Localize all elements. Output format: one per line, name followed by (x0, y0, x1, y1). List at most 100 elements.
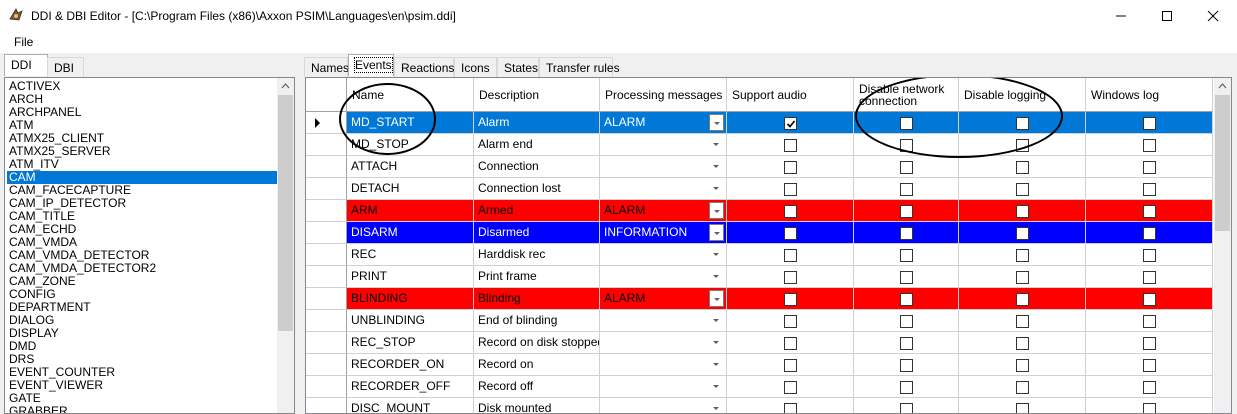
header-col-support-audio[interactable]: Support audio (727, 78, 854, 112)
checkbox-windows-log[interactable] (1143, 183, 1156, 196)
checkbox-disable-logging[interactable] (1016, 403, 1029, 413)
list-item[interactable]: CONFIG (7, 288, 279, 301)
checkbox-disable-logging[interactable] (1016, 139, 1029, 152)
checkbox-support-audio[interactable] (784, 403, 797, 413)
list-item[interactable]: ACTIVEX (7, 80, 279, 93)
tab-transfer-rules[interactable]: Transfer rules (539, 57, 620, 77)
checkbox-support-audio[interactable] (784, 337, 797, 350)
scroll-up-icon[interactable] (1214, 78, 1231, 95)
row-header[interactable] (306, 376, 347, 398)
checkbox-support-audio[interactable] (784, 381, 797, 394)
list-scroll-thumb[interactable] (278, 95, 293, 331)
checkbox-disable-network[interactable] (900, 139, 913, 152)
list-item[interactable]: EVENT_VIEWER (7, 379, 279, 392)
checkbox-windows-log[interactable] (1143, 315, 1156, 328)
row-header[interactable] (306, 178, 347, 200)
cell-processing[interactable] (600, 310, 727, 332)
cell-description[interactable]: Disarmed (474, 222, 600, 244)
cell-processing[interactable]: ALARM (600, 288, 727, 310)
list-item[interactable]: CAM_VMDA_DETECTOR2 (7, 262, 279, 275)
dropdown-button[interactable] (709, 158, 724, 175)
checkbox-disable-network[interactable] (900, 161, 913, 174)
cell-name[interactable]: REC_STOP (347, 332, 474, 354)
dropdown-button[interactable] (709, 312, 724, 329)
cell-name[interactable]: RECORDER_ON (347, 354, 474, 376)
list-item[interactable]: CAM_ZONE (7, 275, 279, 288)
dropdown-button[interactable] (709, 224, 724, 241)
checkbox-disable-logging[interactable] (1016, 227, 1029, 240)
list-item[interactable]: CAM_TITLE (7, 210, 279, 223)
checkbox-windows-log[interactable] (1143, 161, 1156, 174)
tab-dbi[interactable]: DBI (47, 57, 84, 77)
header-col-processing[interactable]: Processing messages (600, 78, 727, 112)
tab-states[interactable]: States (497, 57, 539, 77)
checkbox-windows-log[interactable] (1143, 359, 1156, 372)
grid-scroll-thumb[interactable] (1215, 95, 1230, 231)
cell-name[interactable]: ATTACH (347, 156, 474, 178)
close-button[interactable] (1190, 0, 1236, 31)
dropdown-button[interactable] (709, 290, 724, 307)
cell-description[interactable]: Record off (474, 376, 600, 398)
cell-processing[interactable] (600, 376, 727, 398)
cell-description[interactable]: Disk mounted (474, 398, 600, 413)
list-item[interactable]: CAM_FACECAPTURE (7, 184, 279, 197)
minimize-button[interactable] (1098, 0, 1144, 31)
checkbox-windows-log[interactable] (1143, 403, 1156, 413)
row-header[interactable] (306, 156, 347, 178)
checkbox-support-audio[interactable] (784, 183, 797, 196)
row-header[interactable] (306, 398, 347, 413)
menu-file[interactable]: File (8, 35, 39, 49)
checkbox-disable-logging[interactable] (1016, 205, 1029, 218)
checkbox-disable-logging[interactable] (1016, 117, 1029, 130)
list-scrollbar[interactable] (277, 78, 294, 413)
tab-ddi[interactable]: DDI (4, 54, 48, 76)
cell-description[interactable]: End of blinding (474, 310, 600, 332)
dropdown-button[interactable] (709, 246, 724, 263)
row-header[interactable] (306, 332, 347, 354)
cell-processing[interactable]: ALARM (600, 112, 727, 134)
row-header[interactable] (306, 310, 347, 332)
checkbox-windows-log[interactable] (1143, 139, 1156, 152)
cell-description[interactable]: Record on disk stopped (474, 332, 600, 354)
list-item[interactable]: CAM_IP_DETECTOR (7, 197, 279, 210)
checkbox-disable-logging[interactable] (1016, 249, 1029, 262)
header-col-description[interactable]: Description (474, 78, 600, 112)
cell-name[interactable]: MD_STOP (347, 134, 474, 156)
cell-name[interactable]: RECORDER_OFF (347, 376, 474, 398)
header-col-disable-network[interactable]: Disable network connection (854, 78, 959, 112)
checkbox-support-audio[interactable] (784, 293, 797, 306)
maximize-button[interactable] (1144, 0, 1190, 31)
list-item[interactable]: DIALOG (7, 314, 279, 327)
list-item[interactable]: CAM_ECHD (7, 223, 279, 236)
cell-name[interactable]: DISARM (347, 222, 474, 244)
cell-processing[interactable] (600, 266, 727, 288)
checkbox-disable-network[interactable] (900, 271, 913, 284)
list-item[interactable]: GRABBER (7, 405, 279, 414)
object-type-list[interactable]: GRABBER GATE EVENT_VIEWER EVENT_COUNTER DRS D… (4, 77, 295, 414)
header-col-windows-log[interactable]: Windows log (1086, 78, 1213, 112)
row-header[interactable] (306, 244, 347, 266)
dropdown-button[interactable] (709, 136, 724, 153)
grid-scrollbar[interactable] (1214, 78, 1231, 413)
checkbox-support-audio[interactable] (784, 161, 797, 174)
cell-name[interactable]: UNBLINDING (347, 310, 474, 332)
checkbox-support-audio[interactable] (784, 227, 797, 240)
checkbox-windows-log[interactable] (1143, 227, 1156, 240)
cell-processing[interactable] (600, 134, 727, 156)
row-header[interactable] (306, 200, 347, 222)
dropdown-button[interactable] (709, 268, 724, 285)
row-header[interactable] (306, 112, 347, 134)
checkbox-windows-log[interactable] (1143, 205, 1156, 218)
checkbox-disable-network[interactable] (900, 381, 913, 394)
checkbox-support-audio[interactable] (784, 117, 797, 130)
list-item[interactable]: ATM (7, 119, 279, 132)
cell-description[interactable]: Print frame (474, 266, 600, 288)
cell-processing[interactable] (600, 156, 727, 178)
cell-description[interactable]: Connection (474, 156, 600, 178)
checkbox-disable-logging[interactable] (1016, 271, 1029, 284)
list-item[interactable]: DMD (7, 340, 279, 353)
list-item[interactable]: DRS (7, 353, 279, 366)
tab-icons[interactable]: Icons (454, 57, 497, 77)
scroll-up-icon[interactable] (277, 78, 294, 95)
cell-description[interactable]: Blinding (474, 288, 600, 310)
